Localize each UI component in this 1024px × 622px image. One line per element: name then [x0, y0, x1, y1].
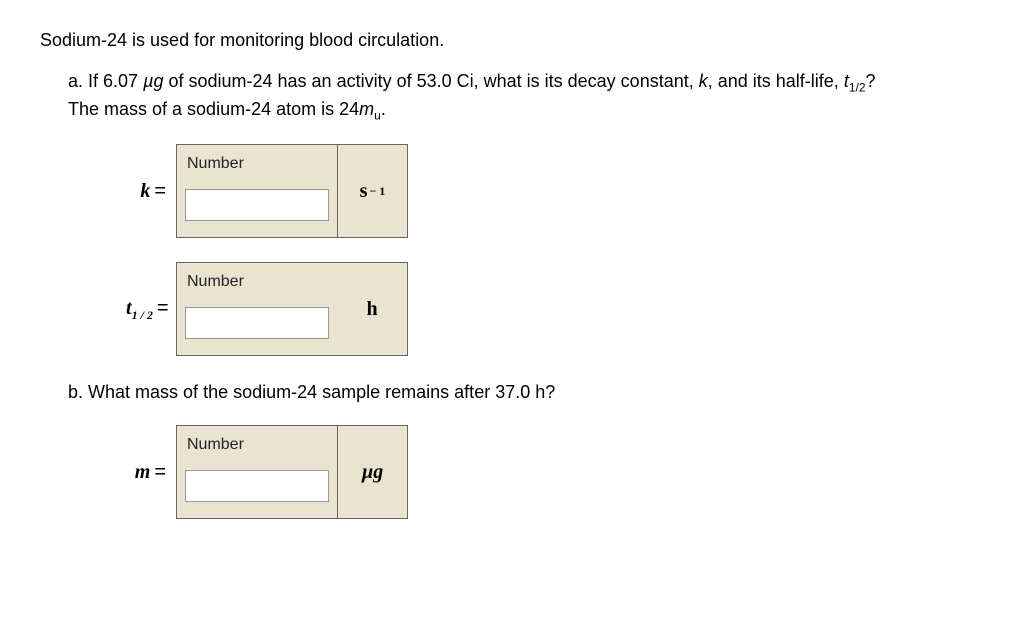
k-eq: =	[150, 180, 170, 202]
k-label: k=	[126, 177, 176, 205]
t12-number-col: Number	[177, 263, 337, 355]
k-unit-exp: − 1	[369, 183, 385, 200]
t12-sub: 1 / 2	[132, 308, 153, 322]
m-unit-text: µg	[362, 458, 384, 486]
t12-input[interactable]	[185, 307, 329, 339]
part-b-question: b. What mass of the sodium-24 sample rem…	[68, 380, 984, 405]
k-number-label: Number	[185, 151, 329, 181]
var-t-sub: 1/2	[849, 81, 866, 95]
k-input-wrap	[185, 181, 329, 229]
k-number-col: Number	[177, 145, 337, 237]
answer-row-k: k= Number s− 1	[68, 144, 984, 238]
mu-m: m	[359, 99, 374, 119]
t12-number-label: Number	[185, 269, 329, 299]
t12-eq: =	[153, 297, 173, 319]
m-unit: µg	[337, 426, 407, 518]
part-a-microgram: µg	[143, 71, 163, 91]
m-box-group: Number µg	[176, 425, 408, 519]
k-box-group: Number s− 1	[176, 144, 408, 238]
k-unit-base: s	[360, 177, 368, 205]
m-number-col: Number	[177, 426, 337, 518]
answer-row-t12: t1 / 2= Number h	[68, 262, 984, 356]
k-input[interactable]	[185, 189, 329, 221]
m-eq: =	[150, 461, 170, 483]
t12-input-wrap	[185, 299, 329, 347]
k-unit: s− 1	[337, 145, 407, 237]
k-var: k	[140, 180, 150, 202]
part-a-line2-prefix: The mass of a sodium-24 atom is 24	[68, 99, 359, 119]
part-a-line2-end: .	[381, 99, 386, 119]
part-a: a. If 6.07 µg of sodium-24 has an activi…	[40, 69, 984, 356]
answer-row-m: m= Number µg	[68, 425, 984, 519]
var-k: k	[699, 71, 708, 91]
part-a-line1-mid2: , and its half-life,	[708, 71, 844, 91]
t12-unit-text: h	[366, 295, 377, 323]
part-a-line1-prefix: If 6.07	[88, 71, 143, 91]
part-a-line1-mid: of sodium-24 has an activity of 53.0 Ci,…	[163, 71, 698, 91]
part-b-label: b.	[68, 382, 83, 402]
t12-unit: h	[337, 263, 407, 355]
m-label: m=	[126, 458, 176, 486]
m-number-label: Number	[185, 432, 329, 462]
part-a-question: a. If 6.07 µg of sodium-24 has an activi…	[68, 69, 984, 124]
part-b-text: What mass of the sodium-24 sample remain…	[88, 382, 555, 402]
part-a-line1-end: ?	[866, 71, 876, 91]
m-input-wrap	[185, 463, 329, 511]
t12-box-group: Number h	[176, 262, 408, 356]
part-b: b. What mass of the sodium-24 sample rem…	[40, 380, 984, 519]
mu-u: u	[374, 108, 381, 122]
intro-text: Sodium-24 is used for monitoring blood c…	[40, 28, 984, 53]
t12-label: t1 / 2=	[126, 294, 176, 324]
part-a-label: a.	[68, 71, 83, 91]
m-var: m	[135, 461, 151, 483]
m-input[interactable]	[185, 470, 329, 502]
